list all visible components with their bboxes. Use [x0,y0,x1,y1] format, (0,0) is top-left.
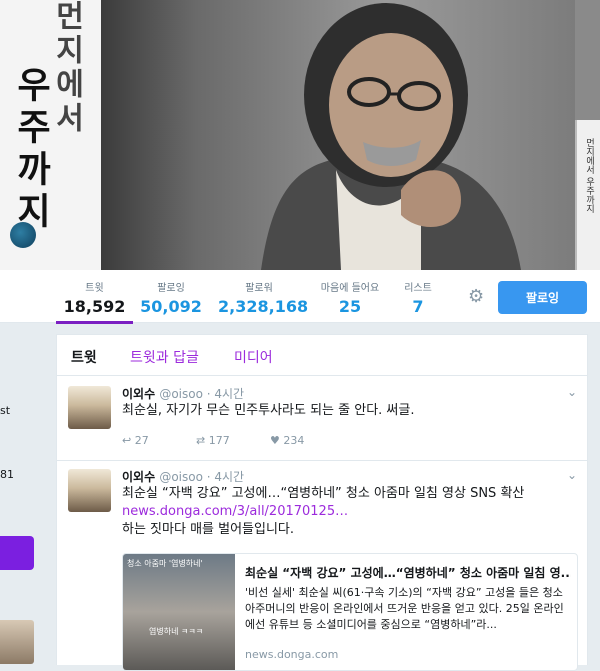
tweet-link[interactable]: news.donga.com/3/all/20170125… [122,504,348,519]
stat-tweets[interactable]: 트윗 18,592 [56,270,133,324]
thumbnail-caption: 염병하네 ㅋㅋㅋ [149,627,204,636]
tab-tweets[interactable]: 트윗 [71,347,97,367]
book-spine: 먼지에서 우주까지 [575,120,600,270]
retweet-icon: ⇄ [196,434,206,447]
stat-value: 25 [338,297,362,316]
book-spine-title: 먼지에서 우주까지 [584,138,594,213]
stat-value: 18,592 [63,297,126,316]
tab-media[interactable]: 미디어 [234,347,273,367]
author-name: 이외수 [122,470,156,484]
author-name: 이외수 [122,387,156,401]
tweet-text: 최순실 “자백 강요” 고성에…“염병하네” 청소 아줌마 일침 영상 SNS … [122,485,577,539]
sidebar-avatar[interactable] [0,620,34,664]
tweet-author[interactable]: 이외수 @oisoo · 4시간 [122,468,244,485]
tweet[interactable]: 이외수 @oisoo · 4시간 ⌄ 최순실, 자기가 무슨 민주투사라도 되는… [57,376,587,461]
banner-photo [101,0,575,270]
avatar[interactable] [68,386,111,429]
chevron-down-icon[interactable]: ⌄ [567,385,577,399]
book-title-bottom: 우주까지 [10,66,52,234]
timeline: 트윗 트윗과 답글 미디어 이외수 @oisoo · 4시간 ⌄ 최순실, 자기… [56,334,588,671]
stat-followers[interactable]: 팔로워 2,328,168 [218,270,309,322]
tweet-author[interactable]: 이외수 @oisoo · 4시간 [122,385,244,402]
book-dot-icon [10,222,36,248]
like-button[interactable]: ♥ 234 [270,434,304,447]
tweet-text-line: 하는 짓마다 매를 벌어들입니다. [122,522,295,537]
tweet-text: 최순실, 자기가 무슨 민주투사라도 되는 줄 안다. 써글. [122,403,415,418]
stat-label: 트윗 [85,283,104,294]
thumbnail-tag: 청소 아줌마 '염병하네' [127,559,203,568]
stat-label: 팔로워 [245,283,273,294]
tab-tweets-replies[interactable]: 트윗과 답글 [130,347,199,367]
sidebar-fragment: st [0,404,11,417]
stat-label: 마음에 들어요 [320,283,380,294]
card-title: 최순실 “자백 강요” 고성에…“염병하네” 청소 아줌마 일침 영... [245,566,571,580]
stat-value: 7 [412,297,424,316]
reply-icon: ↩ [122,434,132,447]
card-thumbnail: 청소 아줌마 '염병하네' 염병하네 ㅋㅋㅋ [123,554,235,670]
stat-following[interactable]: 팔로잉 50,092 [140,270,202,322]
tweet-text-line: 최순실 “자백 강요” 고성에…“염병하네” 청소 아줌마 일침 영상 SNS … [122,486,525,501]
card-description: '비선 실세' 최순실 씨(61·구속 기소)의 “자백 강요” 고성을 들은 … [245,586,564,631]
stat-label: 리스트 [404,283,432,294]
like-count: 234 [283,434,305,447]
stat-likes[interactable]: 마음에 들어요 25 [316,270,384,322]
card-domain: news.donga.com [245,648,339,661]
author-handle: @oisoo · 4시간 [159,470,245,484]
book-cover: 먼지에서 우주까지 [0,0,102,270]
chevron-down-icon[interactable]: ⌄ [567,468,577,482]
stat-value: 50,092 [140,297,202,316]
reply-count: 27 [134,434,149,447]
portrait-illustration [261,3,521,270]
stat-label: 팔로잉 [157,283,185,294]
reply-button[interactable]: ↩ 27 [122,434,149,447]
author-handle: @oisoo · 4시간 [159,387,245,401]
retweet-button[interactable]: ⇄ 177 [196,434,230,447]
timeline-tabs: 트윗 트윗과 답글 미디어 [57,335,587,376]
profile-banner: 먼지에서 우주까지 먼지에서 우주까지 [0,0,600,270]
stat-lists[interactable]: 리스트 7 [400,270,436,322]
link-card[interactable]: 청소 아줌마 '염병하네' 염병하네 ㅋㅋㅋ 최순실 “자백 강요” 고성에…“… [122,553,578,671]
gear-icon[interactable]: ⚙ [468,286,484,307]
stat-value: 2,328,168 [218,297,309,316]
heart-icon: ♥ [270,434,280,447]
retweet-count: 177 [208,434,230,447]
following-button[interactable]: 팔로잉 [498,281,587,314]
sidebar-button[interactable] [0,536,34,570]
avatar[interactable] [68,469,111,512]
tweet[interactable]: 이외수 @oisoo · 4시간 ⌄ 최순실 “자백 강요” 고성에…“염병하네… [57,461,587,671]
sidebar-fragment: 81 [0,468,14,481]
